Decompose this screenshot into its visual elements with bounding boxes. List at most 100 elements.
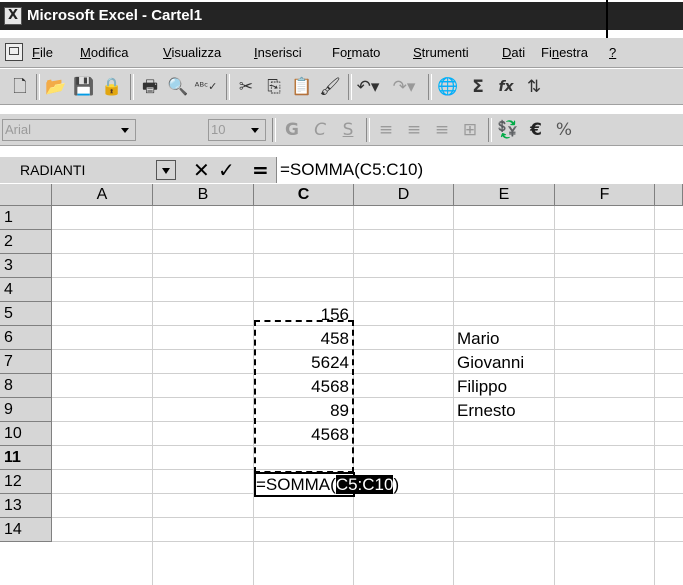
- redo-icon[interactable]: ↷▾: [392, 75, 416, 99]
- menu-finestra[interactable]: Finestra: [541, 45, 588, 60]
- autosum-icon[interactable]: Σ: [466, 75, 490, 99]
- formula-input[interactable]: =SOMMA(C5:C10): [276, 157, 683, 183]
- cell-e8[interactable]: Filippo: [457, 374, 507, 398]
- cell-c9[interactable]: 89: [254, 398, 353, 422]
- column-header-d[interactable]: D: [354, 184, 454, 206]
- font-size-select[interactable]: 10: [208, 119, 266, 141]
- menu-inserisci[interactable]: Inserisci: [254, 45, 302, 60]
- row-header-14[interactable]: 14: [0, 518, 52, 542]
- gridline-horizontal: [52, 373, 683, 374]
- menu-strumenti[interactable]: Strumenti: [413, 45, 469, 60]
- row-header-9[interactable]: 9: [0, 398, 52, 422]
- gridline-vertical: [654, 206, 655, 585]
- cell-c8[interactable]: 4568: [254, 374, 353, 398]
- function-icon[interactable]: fx: [494, 75, 518, 99]
- select-all-button[interactable]: [0, 184, 52, 206]
- row-header-6[interactable]: 6: [0, 326, 52, 350]
- cancel-icon[interactable]: ✕: [193, 158, 210, 182]
- align-left-icon[interactable]: ≡: [374, 118, 398, 142]
- cell-c5[interactable]: 156: [254, 302, 353, 326]
- paste-icon[interactable]: 📋: [290, 75, 314, 99]
- cut-icon[interactable]: ✂: [234, 75, 258, 99]
- menu-modifica[interactable]: Modifica: [80, 45, 128, 60]
- undo-icon[interactable]: ↶▾: [356, 75, 380, 99]
- hyperlink-icon[interactable]: 🌐: [436, 75, 460, 99]
- row-header-12[interactable]: 12: [0, 470, 52, 494]
- row-header-13[interactable]: 13: [0, 494, 52, 518]
- menu-help[interactable]: ?: [609, 45, 616, 60]
- column-header-e[interactable]: E: [454, 184, 555, 206]
- save-icon[interactable]: 💾: [72, 75, 96, 99]
- new-icon[interactable]: 🗋: [8, 75, 32, 99]
- gridline-vertical: [152, 206, 153, 585]
- print-preview-icon[interactable]: 🔍: [166, 75, 190, 99]
- align-right-icon[interactable]: ≡: [430, 118, 454, 142]
- name-box[interactable]: RADIANTI: [2, 159, 150, 181]
- name-box-dropdown[interactable]: [156, 160, 176, 180]
- permission-icon[interactable]: 🔒: [100, 75, 124, 99]
- percent-icon[interactable]: %: [552, 118, 576, 142]
- row-header-5[interactable]: 5: [0, 302, 52, 326]
- row-header-10[interactable]: 10: [0, 422, 52, 446]
- row-header-3[interactable]: 3: [0, 254, 52, 278]
- cell-e6[interactable]: Mario: [457, 326, 500, 350]
- column-header-f[interactable]: F: [555, 184, 655, 206]
- chevron-down-icon[interactable]: [251, 128, 259, 133]
- column-header-c[interactable]: C: [254, 184, 354, 206]
- menu-dati[interactable]: Dati: [502, 45, 525, 60]
- menu-file[interactable]: File: [32, 45, 53, 60]
- chevron-down-icon[interactable]: [121, 128, 129, 133]
- gridline-horizontal: [52, 469, 683, 470]
- cell-edit-text[interactable]: =SOMMA(C5:C10): [256, 472, 399, 497]
- cell-e7[interactable]: Giovanni: [457, 350, 524, 374]
- gridline-horizontal: [52, 541, 683, 542]
- gridline-horizontal: [52, 517, 683, 518]
- edit-formula-icon[interactable]: =: [252, 158, 269, 182]
- cell-e9[interactable]: Ernesto: [457, 398, 516, 422]
- menu-visualizza[interactable]: Visualizza: [163, 45, 221, 60]
- align-center-icon[interactable]: ≡: [402, 118, 426, 142]
- open-icon[interactable]: 📂: [44, 75, 68, 99]
- format-painter-icon[interactable]: 🖌: [318, 75, 342, 99]
- menu-formato[interactable]: Formato: [332, 45, 380, 60]
- bold-button[interactable]: G: [280, 118, 304, 142]
- excel-app-icon[interactable]: X: [4, 7, 22, 25]
- gridline-horizontal: [52, 397, 683, 398]
- spelling-icon[interactable]: ᴬᴮᶜ✓: [194, 75, 218, 99]
- enter-icon[interactable]: ✓: [218, 158, 235, 182]
- menu-bar: File Modifica Visualizza Inserisci Formato St…: [0, 38, 683, 68]
- row-header-8[interactable]: 8: [0, 374, 52, 398]
- italic-button[interactable]: C: [308, 118, 332, 142]
- row-header-1[interactable]: 1: [0, 206, 52, 230]
- sort-icon[interactable]: ⇅: [522, 75, 546, 99]
- row-header-4[interactable]: 4: [0, 278, 52, 302]
- cell-c10[interactable]: 4568: [254, 422, 353, 446]
- column-header-b[interactable]: B: [153, 184, 254, 206]
- row-header-11[interactable]: 11: [0, 446, 52, 470]
- row-header-2[interactable]: 2: [0, 230, 52, 254]
- print-icon[interactable]: 🖶: [138, 75, 162, 99]
- currency-icon[interactable]: 💱: [496, 118, 520, 142]
- euro-icon[interactable]: €: [524, 118, 548, 142]
- gridline-horizontal: [52, 229, 683, 230]
- underline-button[interactable]: S: [336, 118, 360, 142]
- gridline-vertical: [554, 206, 555, 585]
- cell-c6[interactable]: 458: [254, 326, 353, 350]
- toolbar-separator: [36, 74, 40, 100]
- gridline-horizontal: [52, 325, 683, 326]
- document-menu-icon[interactable]: [5, 43, 23, 61]
- edit-text-range-highlight: C5:C10: [335, 475, 394, 494]
- gridline-horizontal: [52, 349, 683, 350]
- standard-toolbar: 🗋 📂 💾 🔒 🖶 🔍 ᴬᴮᶜ✓ ✂ ⎘ 📋 🖌 ↶▾ ↷▾ 🌐 Σ fx ⇅: [0, 69, 683, 105]
- column-header-a[interactable]: A: [52, 184, 153, 206]
- chevron-down-icon: [162, 168, 170, 174]
- title-bar-background[interactable]: X Microsoft Excel - Cartel1: [0, 2, 683, 30]
- worksheet-grid: A B C D E F 1 2 3 4 5 6 7 8 9 10 11 12 13 14 156 458 5624 4568 8…: [0, 184, 683, 585]
- merge-center-icon[interactable]: ⊞: [458, 118, 482, 142]
- column-header-partial[interactable]: [655, 184, 683, 206]
- copy-icon[interactable]: ⎘: [262, 75, 286, 99]
- font-name-select[interactable]: Arial: [2, 119, 136, 141]
- cell-c7[interactable]: 5624: [254, 350, 353, 374]
- edit-text-close-paren: ): [393, 475, 400, 494]
- row-header-7[interactable]: 7: [0, 350, 52, 374]
